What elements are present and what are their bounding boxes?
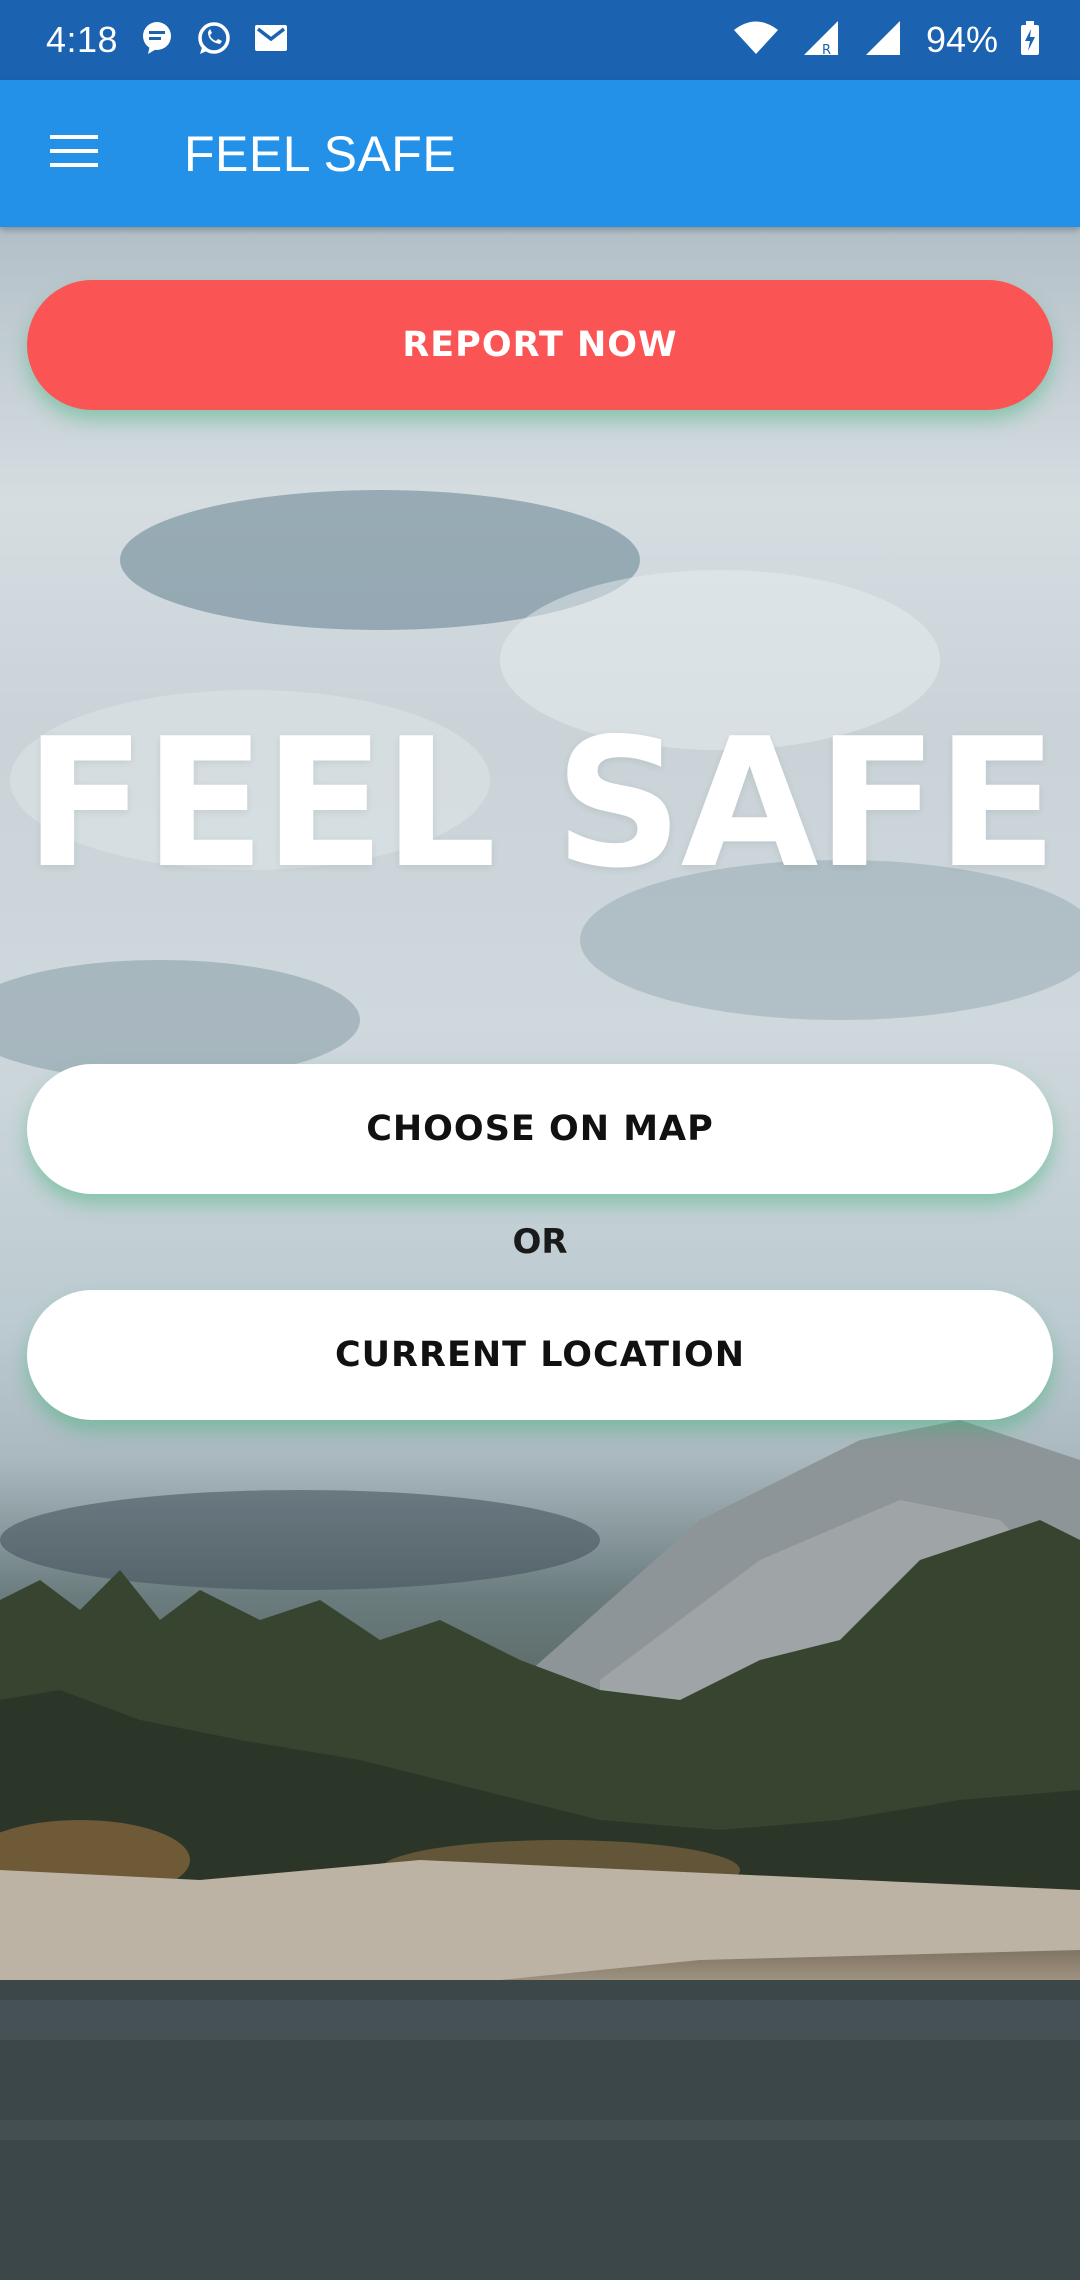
or-label: OR: [512, 1222, 568, 1262]
current-location-button[interactable]: CURRENT LOCATION: [27, 1290, 1053, 1420]
gmail-icon: [254, 24, 288, 57]
report-now-button[interactable]: REPORT NOW: [27, 280, 1053, 410]
signal-icon: [864, 19, 904, 62]
signal-roaming-icon: R: [802, 19, 842, 62]
status-right: R 94%: [732, 19, 1040, 62]
battery-percentage: 94%: [925, 19, 998, 60]
choose-on-map-button[interactable]: CHOOSE ON MAP: [27, 1064, 1053, 1194]
app-title: FEEL SAFE: [184, 125, 457, 182]
app-bar: FEEL SAFE: [0, 80, 1080, 227]
hamburger-menu-icon: [50, 133, 98, 174]
whatsapp-icon: [196, 20, 232, 61]
hero-title: FEEL SAFE: [24, 700, 1057, 907]
wifi-icon: [732, 21, 780, 60]
chat-icon: [140, 21, 174, 60]
battery-charging-icon: [1020, 20, 1040, 60]
status-left: 4:18: [46, 19, 288, 61]
status-time: 4:18: [46, 19, 119, 60]
menu-button[interactable]: [26, 106, 122, 202]
svg-text:R: R: [822, 43, 831, 57]
status-bar: 4:18 R 94%: [0, 0, 1080, 80]
